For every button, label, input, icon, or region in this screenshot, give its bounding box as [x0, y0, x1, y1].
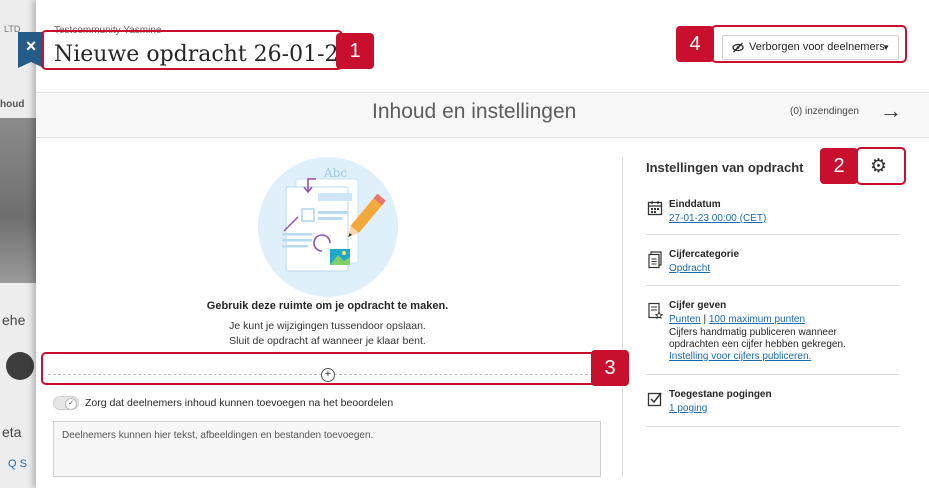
empty-state-heading: Gebruik deze ruimte om je opdracht te ma…: [206, 300, 449, 312]
callout-highlight-visibility: [711, 25, 907, 63]
background-tab-fragment: houd: [0, 92, 36, 121]
settings-divider: [646, 374, 899, 375]
settings-title: Instellingen van opdracht: [646, 160, 804, 175]
document-icon: [646, 251, 664, 274]
checkbox-icon: [646, 391, 664, 412]
grading-note: opdrachten een cijfer hebben gekregen.: [669, 339, 846, 350]
callout-badge: 4: [676, 26, 714, 62]
illustration-abc-text: Abc: [324, 166, 348, 180]
toggle-label: Zorg dat deelnemers inhoud kunnen toevoe…: [85, 397, 394, 409]
background-text-fragment: eta: [2, 424, 22, 440]
empty-state-line: Je kunt je wijzigingen tussendoor opslaa…: [229, 320, 426, 332]
post-grading-content-toggle[interactable]: ✓: [53, 396, 79, 410]
calendar-icon: [646, 200, 664, 221]
attempts-link[interactable]: 1 poging: [669, 403, 707, 414]
arrow-right-icon[interactable]: →: [880, 98, 902, 124]
callout-badge: 3: [591, 350, 629, 386]
grading-max-link[interactable]: 100 maximum punten: [709, 314, 805, 325]
content-settings-title: Inhoud en instellingen: [372, 100, 577, 123]
assignment-panel: [36, 0, 929, 488]
grade-category-label: Cijfercategorie: [669, 249, 740, 260]
callout-highlight-gear: [856, 147, 906, 185]
due-date-link[interactable]: 27-01-23 00:00 (CET): [669, 213, 766, 224]
empty-state-line: Sluit de opdracht af wanneer je klaar be…: [229, 335, 426, 347]
callout-highlight-title: [41, 30, 343, 70]
settings-divider: [646, 426, 899, 427]
callout-badge: 2: [820, 148, 858, 184]
callout-highlight-add-content: [41, 352, 611, 385]
background-avatar: [6, 352, 34, 380]
callout-badge: 1: [336, 33, 374, 69]
settings-divider: [646, 285, 899, 286]
attempts-label: Toegestane pogingen: [669, 389, 772, 400]
student-content-textarea[interactable]: Deelnemers kunnen hier tekst, afbeelding…: [53, 421, 601, 477]
background-hero-image: [0, 118, 36, 283]
column-divider: [622, 157, 623, 477]
grading-star-icon: [646, 302, 664, 325]
grading-note: Cijfers handmatig publiceren wanneer: [669, 327, 837, 338]
grade-publish-link[interactable]: Instelling voor cijfers publiceren.: [669, 351, 811, 362]
check-icon: ✓: [65, 398, 77, 410]
background-text-fragment: ehe: [2, 312, 26, 328]
grading-points-link[interactable]: Punten: [669, 314, 701, 325]
grading-label: Cijfer geven: [669, 300, 727, 311]
due-date-label: Einddatum: [669, 199, 721, 210]
grading-separator: |: [703, 314, 707, 325]
grade-category-link[interactable]: Opdracht: [669, 263, 710, 274]
submissions-count[interactable]: (0) inzendingen: [790, 106, 859, 117]
settings-divider: [646, 234, 899, 235]
